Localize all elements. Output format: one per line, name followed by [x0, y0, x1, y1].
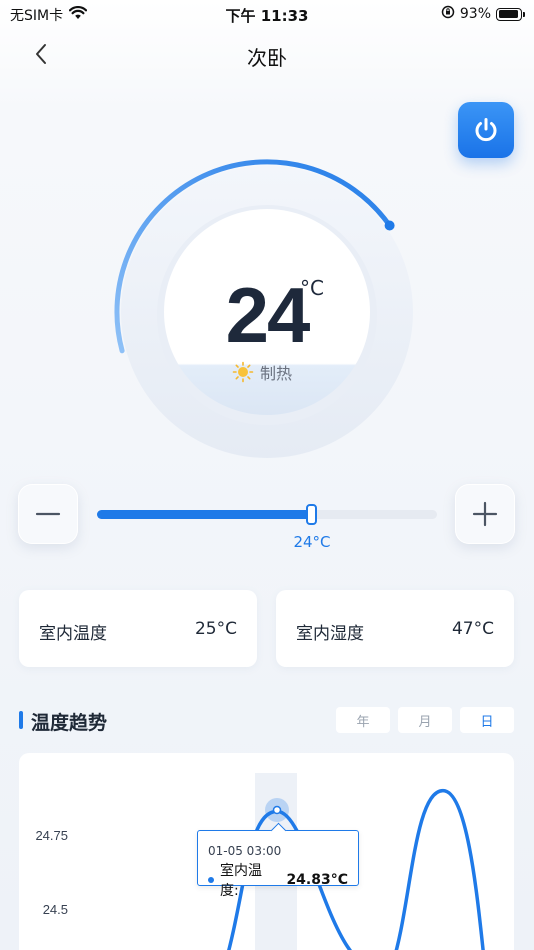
thermostat-dial[interactable]	[0, 0, 534, 480]
trend-section-title: 温度趋势	[31, 712, 108, 734]
temperature-display: 24 °C	[164, 270, 370, 361]
current-temperature: 24	[225, 271, 311, 359]
section-accent-bar	[19, 711, 23, 729]
plus-icon	[472, 501, 498, 527]
indoor-humidity-card: 室内湿度 47°C	[276, 590, 514, 667]
slider-value-label: 24°C	[293, 533, 331, 551]
indoor-humidity-value: 47°C	[451, 619, 494, 639]
increase-button[interactable]	[455, 484, 515, 544]
trend-chart[interactable]: 24.75 24.5 01-05 03:00 室内温度: 24.83°C	[19, 753, 514, 950]
sun-icon	[232, 361, 254, 383]
indoor-temperature-value: 25°C	[194, 619, 237, 639]
indoor-humidity-label: 室内湿度	[296, 624, 364, 644]
dial-progress-knob[interactable]	[384, 220, 395, 231]
tooltip-date: 01-05 03:00	[208, 844, 282, 858]
y-tick-label: 24.5	[43, 902, 68, 917]
mode-label: 制热	[260, 364, 293, 383]
y-tick-label: 24.75	[35, 828, 68, 843]
mode-indicator: 制热	[232, 360, 292, 384]
tab-day[interactable]: 日	[460, 707, 514, 733]
tab-month[interactable]: 月	[398, 707, 452, 733]
indoor-temperature-card: 室内温度 25°C	[19, 590, 257, 667]
highlight-point[interactable]	[272, 805, 282, 815]
minus-icon	[35, 512, 61, 516]
tab-year[interactable]: 年	[336, 707, 390, 733]
tooltip-row: 室内温度: 24.83°C	[208, 860, 348, 900]
chart-tooltip: 01-05 03:00 室内温度: 24.83°C	[197, 830, 359, 899]
tooltip-series-label: 室内温度:	[219, 863, 262, 899]
temperature-slider[interactable]	[97, 504, 437, 525]
indoor-temperature-label: 室内温度	[39, 624, 107, 644]
tooltip-value: 24.83°C	[286, 872, 348, 888]
temperature-unit: °C	[300, 276, 324, 300]
slider-fill	[97, 510, 312, 519]
slider-thumb[interactable]	[306, 504, 318, 525]
decrease-button[interactable]	[18, 484, 78, 544]
tooltip-series-dot	[208, 877, 214, 883]
